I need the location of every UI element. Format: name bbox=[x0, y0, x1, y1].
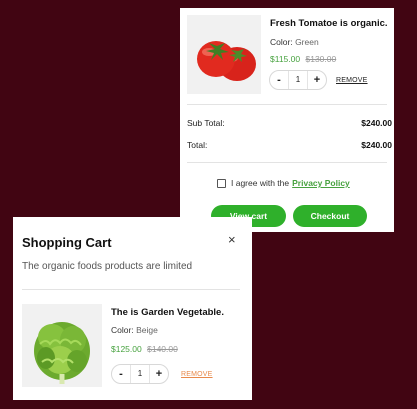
total-value: $240.00 bbox=[361, 140, 392, 150]
quantity-value[interactable]: 1 bbox=[130, 365, 150, 383]
mini-cart-panel: Fresh Tomatoe is organic. Color: Green $… bbox=[180, 8, 394, 232]
total-label: Total: bbox=[187, 140, 208, 150]
quantity-stepper: - 1 + bbox=[111, 364, 169, 384]
product-color: Color: Green bbox=[270, 37, 319, 47]
remove-item-link[interactable]: REMOVE bbox=[336, 77, 368, 84]
divider bbox=[187, 162, 387, 163]
agree-text: I agree with the bbox=[231, 178, 290, 188]
divider bbox=[22, 289, 240, 290]
increase-quantity-button[interactable]: + bbox=[308, 71, 326, 89]
subtotal-label: Sub Total: bbox=[187, 118, 225, 128]
subtotal-value: $240.00 bbox=[361, 118, 392, 128]
terms-agreement: I agree with the Privacy Policy bbox=[217, 178, 350, 188]
price-current: $125.00 bbox=[111, 344, 142, 354]
close-icon[interactable]: × bbox=[228, 233, 236, 246]
decrease-quantity-button[interactable]: - bbox=[112, 365, 130, 383]
color-value: Beige bbox=[136, 325, 158, 335]
divider bbox=[187, 104, 387, 105]
checkout-button[interactable]: Checkout bbox=[293, 205, 367, 227]
product-color: Color: Beige bbox=[111, 325, 158, 335]
color-label: Color: bbox=[111, 325, 134, 335]
tomato-picture bbox=[197, 41, 256, 81]
price-current: $115.00 bbox=[270, 54, 301, 64]
quantity-value[interactable]: 1 bbox=[288, 71, 308, 89]
quantity-stepper: - 1 + bbox=[269, 70, 327, 90]
price-original: $140.00 bbox=[147, 344, 178, 354]
cart-subtitle: The organic foods products are limited bbox=[22, 261, 193, 272]
product-price: $115.00 $130.00 bbox=[270, 54, 336, 64]
product-name[interactable]: The is Garden Vegetable. bbox=[111, 307, 224, 318]
lettuce-product-image[interactable] bbox=[22, 304, 102, 387]
price-original: $130.00 bbox=[305, 54, 337, 64]
product-price: $125.00 $140.00 bbox=[111, 344, 178, 354]
remove-item-link[interactable]: REMOVE bbox=[181, 371, 213, 378]
tomato-product-image[interactable] bbox=[187, 15, 261, 94]
cart-title: Shopping Cart bbox=[22, 235, 112, 250]
color-value: Green bbox=[295, 37, 319, 47]
product-name[interactable]: Fresh Tomatoe is organic. bbox=[270, 18, 388, 29]
shopping-cart-panel: Shopping Cart × The organic foods produc… bbox=[13, 217, 252, 400]
lettuce-picture bbox=[34, 322, 90, 384]
decrease-quantity-button[interactable]: - bbox=[270, 71, 288, 89]
privacy-policy-link[interactable]: Privacy Policy bbox=[292, 178, 350, 188]
checkbox-icon[interactable] bbox=[217, 178, 226, 188]
increase-quantity-button[interactable]: + bbox=[150, 365, 168, 383]
color-label: Color: bbox=[270, 37, 293, 47]
